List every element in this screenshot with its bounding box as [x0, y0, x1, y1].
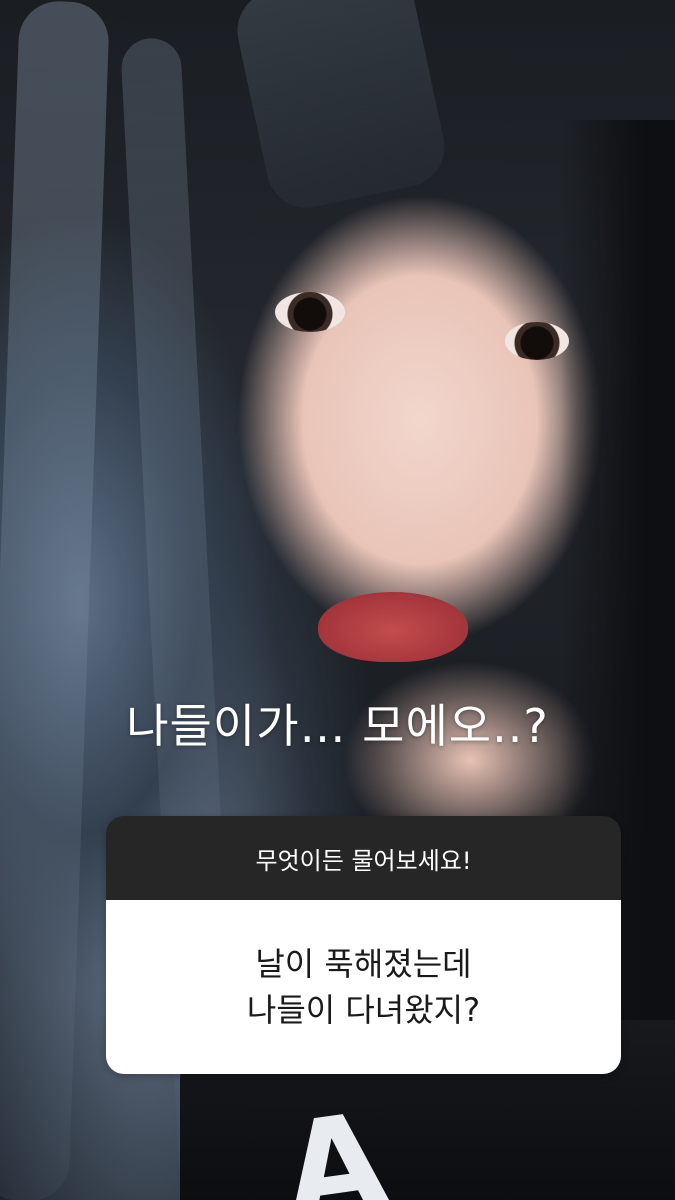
question-prompt: 무엇이든 물어보세요!: [106, 816, 621, 900]
story-caption: 나들이가… 모에오..?: [126, 699, 549, 753]
eye-right: [505, 322, 569, 360]
eye-left: [275, 292, 345, 332]
lips: [318, 592, 468, 662]
answer-line: 나들이 다녀왔지?: [246, 991, 481, 1029]
question-sticker[interactable]: 무엇이든 물어보세요! 날이 푹해졌는데 나들이 다녀왔지?: [106, 816, 621, 1074]
answer-line: 날이 푹해졌는데: [255, 945, 472, 983]
story-viewer[interactable]: A 나들이가… 모에오..? 무엇이든 물어보세요! 날이 푹해졌는데 나들이 …: [0, 0, 675, 1200]
question-answer: 날이 푹해졌는데 나들이 다녀왔지?: [106, 900, 621, 1074]
